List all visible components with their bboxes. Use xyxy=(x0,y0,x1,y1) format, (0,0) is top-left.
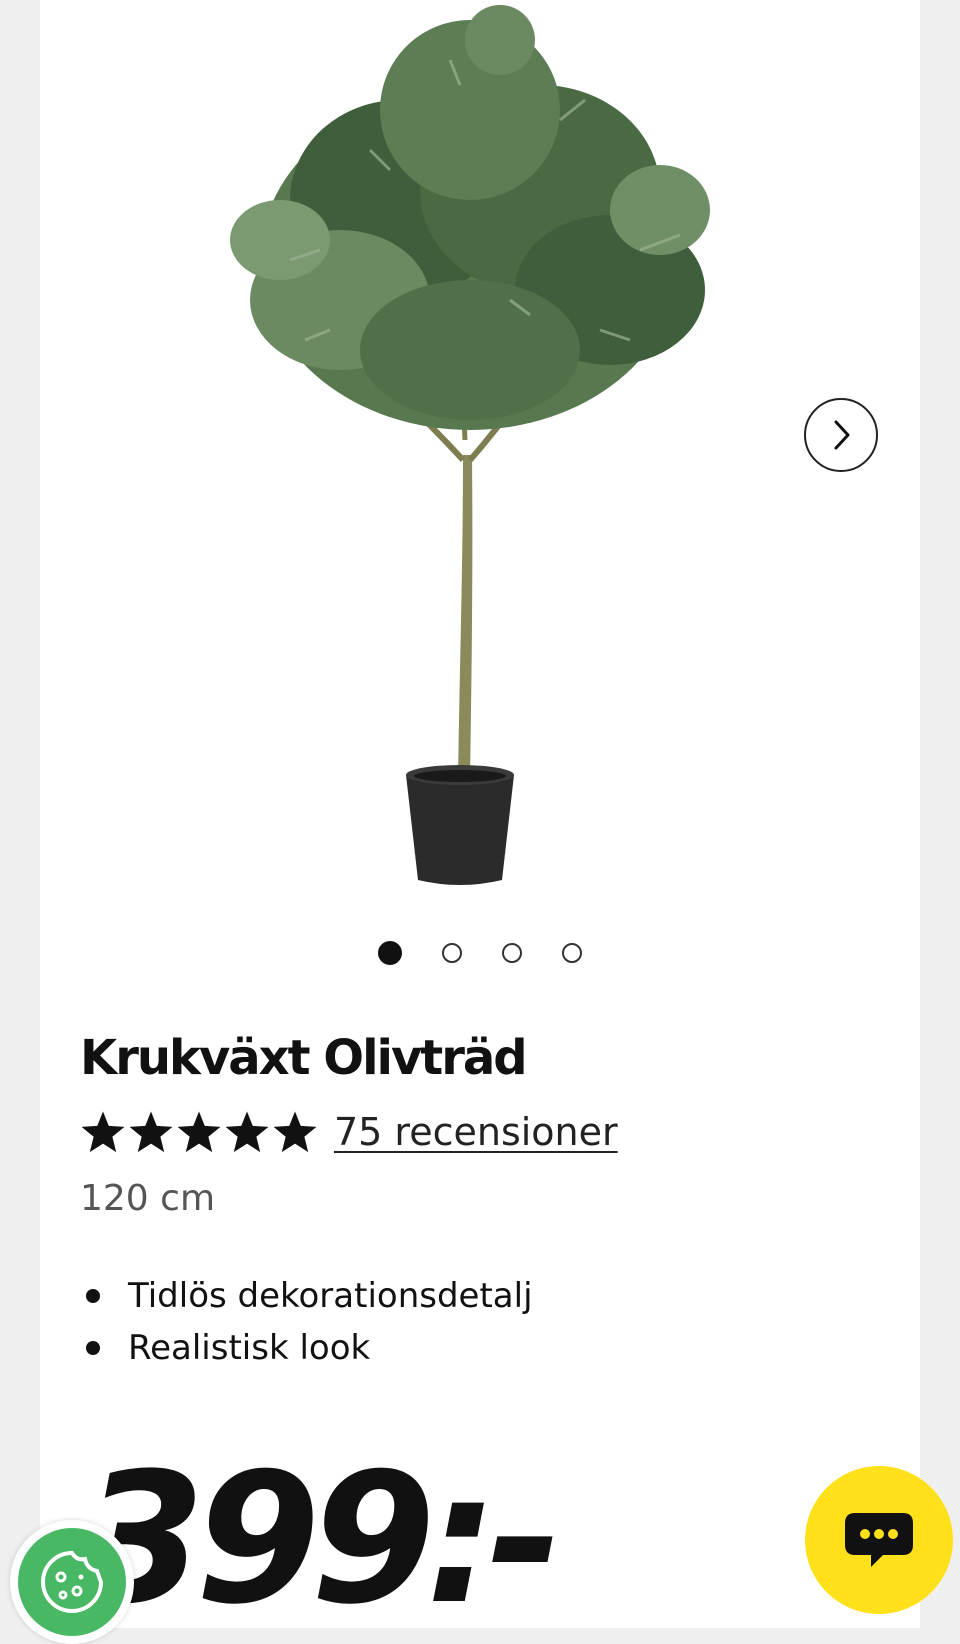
olive-tree-product-image xyxy=(230,5,710,885)
product-card: Krukväxt Olivträd 75 recensioner 120 cm … xyxy=(40,0,953,1640)
pagination-dot[interactable] xyxy=(502,943,522,963)
cookie-icon xyxy=(41,1550,104,1613)
chat-button[interactable] xyxy=(805,1466,953,1614)
feature-text: Realistisk look xyxy=(128,1328,371,1368)
bullet-icon xyxy=(86,1341,100,1355)
next-image-button[interactable] xyxy=(804,398,878,472)
image-gallery[interactable] xyxy=(40,0,920,900)
chevron-right-icon xyxy=(834,420,850,450)
gallery-pagination xyxy=(40,940,920,966)
rating-row: 75 recensioner xyxy=(80,1104,618,1160)
chat-bubble-icon xyxy=(845,1513,913,1567)
feature-item: Tidlös dekorationsdetalj xyxy=(80,1270,533,1322)
product-size: 120 cm xyxy=(80,1178,216,1219)
star-icon xyxy=(273,1111,317,1153)
star-icon xyxy=(81,1111,125,1153)
cookie-settings-button[interactable] xyxy=(10,1520,134,1644)
star-rating xyxy=(80,1110,318,1154)
star-icon xyxy=(129,1111,173,1153)
cookie-button-inner xyxy=(18,1528,126,1636)
feature-list: Tidlös dekorationsdetalj Realistisk look xyxy=(80,1270,533,1374)
feature-item: Realistisk look xyxy=(80,1322,533,1374)
feature-text: Tidlös dekorationsdetalj xyxy=(128,1276,533,1316)
star-icon xyxy=(225,1111,269,1153)
product-price: 399:- xyxy=(80,1435,562,1644)
pagination-dot-active[interactable] xyxy=(378,941,402,965)
star-icon xyxy=(177,1111,221,1153)
reviews-link[interactable]: 75 recensioner xyxy=(334,1110,618,1154)
pagination-dot[interactable] xyxy=(442,943,462,963)
product-title: Krukväxt Olivträd xyxy=(80,1030,528,1086)
pagination-dot[interactable] xyxy=(562,943,582,963)
bullet-icon xyxy=(86,1289,100,1303)
